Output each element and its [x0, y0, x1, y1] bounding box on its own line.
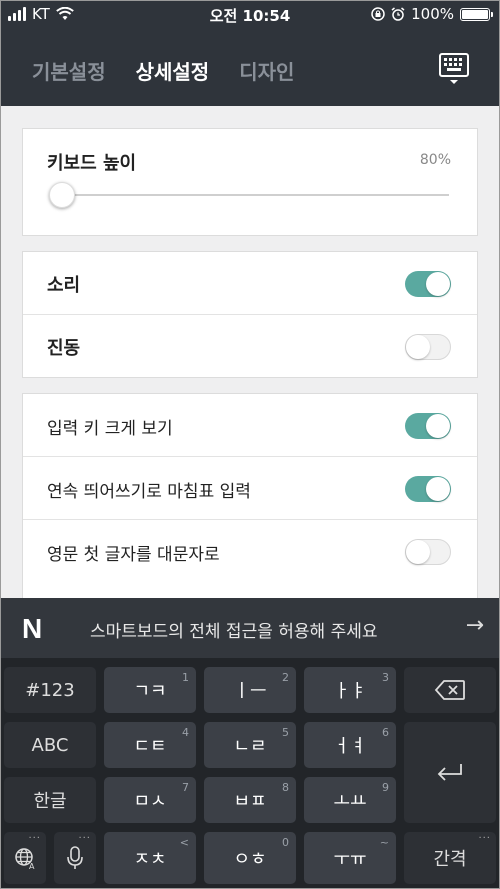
slider-thumb[interactable]: [49, 182, 75, 208]
keyboard-height-value: 80%: [419, 152, 451, 168]
key-sublabel: 3: [382, 671, 389, 684]
naver-logo: N: [22, 613, 43, 644]
keyboard-height-slider[interactable]: [49, 182, 449, 208]
vibration-toggle[interactable]: [405, 334, 451, 360]
key-label: ㅗㅛ: [333, 791, 367, 812]
soft-keyboard: N 스마트보드의 전체 접근을 허용해 주세요 → #123 ㄱㅋ 1 ㅣㅡ 2 ㅏ…: [0, 598, 500, 889]
sound-toggle[interactable]: [405, 271, 451, 297]
key-label: ㄴㄹ: [233, 736, 267, 757]
key-sublabel: <: [179, 836, 189, 849]
key-voice-input[interactable]: ···: [54, 832, 96, 884]
battery-fill: [462, 9, 488, 19]
key-sublabel: 0: [282, 836, 289, 849]
key-label: 간격: [433, 849, 467, 870]
sound-label: 소리: [47, 275, 81, 296]
key-sublabel: ~: [379, 836, 389, 849]
svg-text:A: A: [29, 862, 35, 870]
key-label: ㅓㅕ: [333, 736, 367, 757]
key-sublabel: 6: [382, 726, 389, 739]
key-label: ㅂㅍ: [233, 791, 267, 812]
rotation-lock-icon: [371, 7, 385, 21]
sound-setting-row: 소리: [23, 252, 477, 315]
double-space-period-row: 연속 띄어쓰기로 마침표 입력: [23, 457, 477, 520]
app-header: KT 오전 10:54 100% 기본설정 상세설정 디자인: [0, 0, 500, 106]
keyboard-toggle-button[interactable]: [438, 52, 470, 86]
double-space-period-toggle[interactable]: [405, 476, 451, 502]
key-number-mode[interactable]: #123: [4, 667, 96, 713]
key-hangul-mode[interactable]: 한글: [4, 777, 96, 823]
double-space-period-label: 연속 띄어쓰기로 마침표 입력: [47, 482, 251, 502]
large-keys-label: 입력 키 크게 보기: [47, 419, 173, 439]
key-sublabel: 4: [182, 726, 189, 739]
status-bar: KT 오전 10:54 100%: [0, 0, 500, 30]
full-access-message: 스마트보드의 전체 접근을 허용해 주세요: [90, 622, 378, 642]
input-options-card: 입력 키 크게 보기 연속 띄어쓰기로 마침표 입력 영문 첫 글자를 대문자로: [22, 393, 478, 623]
auto-capitalize-toggle[interactable]: [405, 539, 451, 565]
key-label: ㄷㅌ: [133, 736, 167, 757]
settings-tabs: 기본설정 상세설정 디자인: [32, 56, 294, 85]
auto-capitalize-row: 영문 첫 글자를 대문자로: [23, 520, 477, 583]
key-label: ABC: [31, 734, 69, 756]
key-bieup-pieup[interactable]: ㅂㅍ 8: [204, 777, 296, 823]
tab-design[interactable]: 디자인: [239, 56, 294, 85]
keyboard-height-card: 키보드 높이 80%: [22, 128, 478, 236]
key-sublabel: 9: [382, 781, 389, 794]
full-access-banner[interactable]: N 스마트보드의 전체 접근을 허용해 주세요 →: [0, 598, 500, 658]
key-language[interactable]: ··· A: [4, 832, 46, 884]
more-dots-icon: ···: [28, 833, 41, 844]
key-label: ㅇㅎ: [233, 849, 267, 870]
alarm-icon: [391, 7, 405, 21]
slider-track: [51, 194, 449, 196]
key-label: ㅣㅡ: [233, 681, 267, 702]
microphone-icon: [67, 846, 83, 869]
more-dots-icon: ···: [78, 833, 91, 844]
key-u-yu[interactable]: ㅜㅠ ~: [304, 832, 396, 884]
key-abc-mode[interactable]: ABC: [4, 722, 96, 768]
battery-percent: 100%: [411, 5, 454, 23]
auto-capitalize-label: 영문 첫 글자를 대문자로: [47, 545, 220, 565]
key-label: ㅜㅠ: [333, 849, 367, 870]
tab-basic-settings[interactable]: 기본설정: [32, 56, 106, 85]
key-o-yo[interactable]: ㅗㅛ 9: [304, 777, 396, 823]
key-label: ㅈㅊ: [133, 849, 167, 870]
return-icon: [437, 763, 462, 781]
key-jieut-chieut[interactable]: ㅈㅊ <: [104, 832, 196, 884]
key-i-eu[interactable]: ㅣㅡ 2: [204, 667, 296, 713]
key-mieum-siot[interactable]: ㅁㅅ 7: [104, 777, 196, 823]
key-sublabel: 5: [282, 726, 289, 739]
key-sublabel: 7: [182, 781, 189, 794]
more-dots-icon: ···: [478, 833, 491, 844]
vibration-label: 진동: [47, 338, 81, 359]
key-label: #123: [25, 679, 75, 701]
arrow-right-icon[interactable]: →: [466, 613, 484, 638]
key-digeut-tieut[interactable]: ㄷㅌ 4: [104, 722, 196, 768]
key-return[interactable]: [404, 722, 496, 823]
feedback-settings-card: 소리 진동: [22, 251, 478, 378]
key-giyeok-kieuk[interactable]: ㄱㅋ 1: [104, 667, 196, 713]
key-label: ㅏㅑ: [333, 681, 367, 702]
key-a-ya[interactable]: ㅏㅑ 3: [304, 667, 396, 713]
key-ieung-hieut[interactable]: ㅇㅎ 0: [204, 832, 296, 884]
key-label: ㅁㅅ: [133, 791, 167, 812]
key-sublabel: 8: [282, 781, 289, 794]
battery-icon: [460, 7, 493, 21]
globe-icon: A: [15, 848, 35, 870]
key-sublabel: 1: [182, 671, 189, 684]
large-keys-toggle[interactable]: [405, 413, 451, 439]
large-keys-setting-row: 입력 키 크게 보기: [23, 394, 477, 457]
key-backspace[interactable]: [404, 667, 496, 713]
tab-detail-settings[interactable]: 상세설정: [136, 56, 210, 85]
backspace-icon: [434, 680, 465, 700]
key-space[interactable]: ··· 간격: [404, 832, 496, 884]
key-sublabel: 2: [282, 671, 289, 684]
key-nieun-rieul[interactable]: ㄴㄹ 5: [204, 722, 296, 768]
key-label: ㄱㅋ: [133, 681, 167, 702]
keyboard-icon: [439, 53, 469, 84]
keyboard-height-label: 키보드 높이: [47, 153, 137, 174]
vibration-setting-row: 진동: [23, 315, 477, 378]
key-label: 한글: [33, 791, 67, 812]
key-eo-yeo[interactable]: ㅓㅕ 6: [304, 722, 396, 768]
